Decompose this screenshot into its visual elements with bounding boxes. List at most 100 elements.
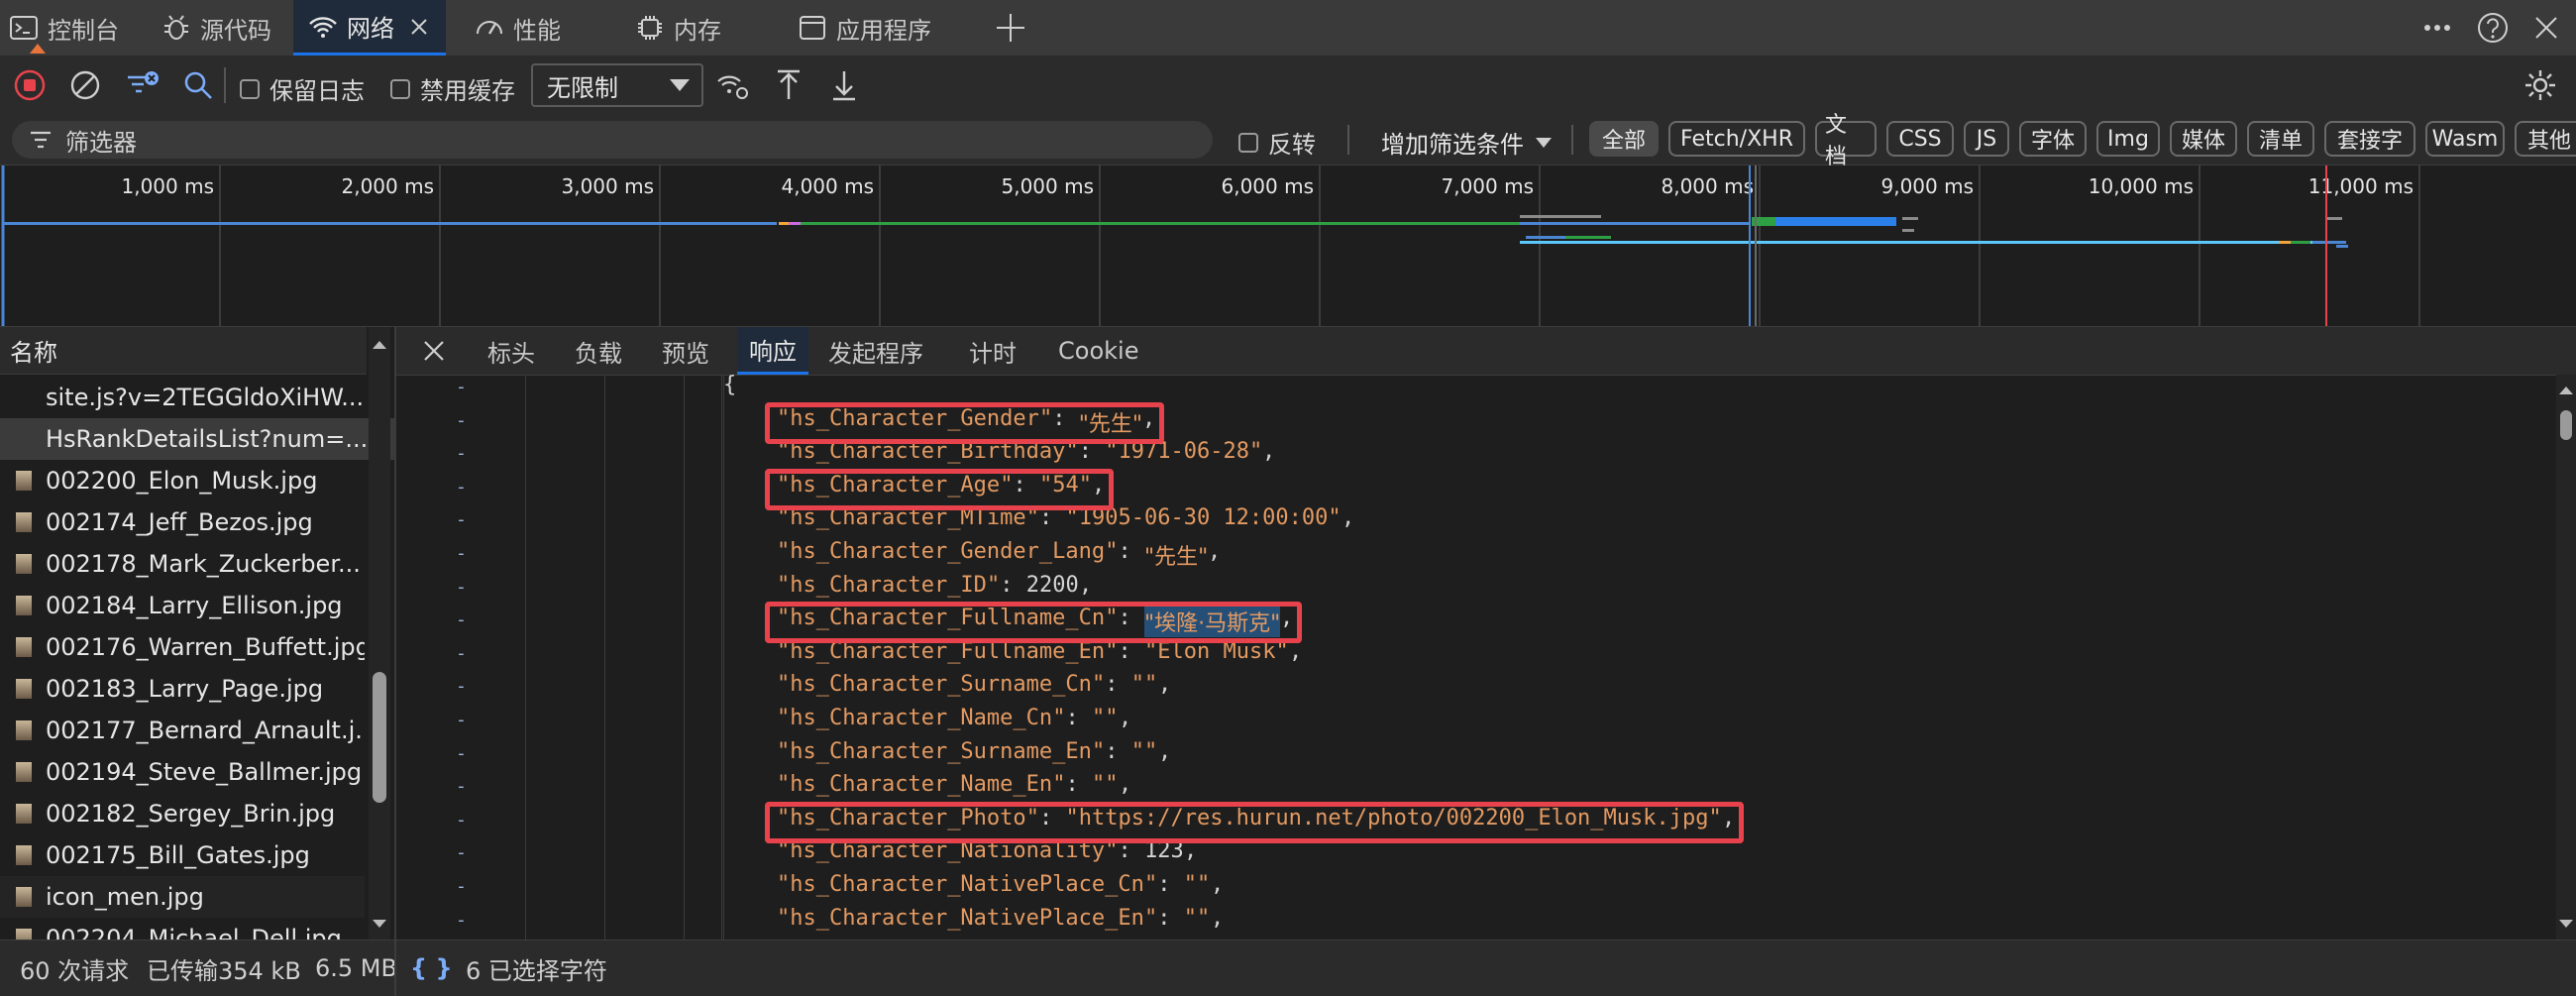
request-row[interactable]: 002182_Sergey_Brin.jpg bbox=[0, 793, 365, 834]
filter-type-8[interactable]: 清单 bbox=[2247, 121, 2314, 157]
request-row[interactable]: 002183_Larry_Page.jpg bbox=[0, 668, 365, 710]
json-value: "" bbox=[1130, 738, 1158, 764]
throttling-select[interactable]: 无限制 bbox=[531, 63, 703, 107]
filter-type-11[interactable]: 其他 bbox=[2515, 121, 2576, 157]
more-options-icon[interactable] bbox=[2417, 8, 2457, 48]
scroll-down-icon[interactable] bbox=[2556, 914, 2576, 934]
add-filter-dropdown[interactable]: 增加筛选条件 bbox=[1381, 125, 1552, 160]
memory-chip-icon bbox=[638, 16, 662, 40]
request-name: 002175_Bill_Gates.jpg bbox=[46, 841, 310, 869]
scroll-up-icon[interactable] bbox=[2556, 381, 2576, 400]
close-detail-icon[interactable] bbox=[420, 337, 448, 365]
filter-type-9[interactable]: 套接字 bbox=[2324, 121, 2415, 157]
timeline-tick-label: 9,000 ms bbox=[1880, 174, 1974, 198]
request-row[interactable]: 002176_Warren_Buffett.jpg bbox=[0, 626, 365, 668]
request-row[interactable]: HsRankDetailsList?num=... bbox=[0, 418, 410, 460]
request-row[interactable]: 002177_Bernard_Arnault.j... bbox=[0, 710, 365, 751]
annotation-highlight-box bbox=[765, 602, 1302, 644]
line-gutter-marker: - bbox=[456, 842, 467, 864]
request-name: icon_men.jpg bbox=[46, 883, 204, 911]
request-name: 002176_Warren_Buffett.jpg bbox=[46, 633, 365, 661]
preserve-log-checkbox[interactable]: 保留日志 bbox=[240, 71, 365, 106]
response-viewer[interactable]: -{- " hs_Character_Gender ": "先生", - " hs_Char… bbox=[396, 375, 2556, 940]
tab-memory[interactable]: 内存 bbox=[634, 0, 721, 55]
json-colon: ": bbox=[1144, 905, 1184, 931]
clear-log-icon[interactable] bbox=[67, 67, 103, 103]
settings-gear-icon[interactable] bbox=[2522, 67, 2558, 103]
network-conditions-icon[interactable] bbox=[715, 67, 751, 103]
tab-console[interactable]: 控制台 bbox=[8, 0, 119, 55]
network-overview-timeline[interactable]: 1,000 ms 2,000 ms 3,000 ms 4,000 ms 5,000 ms… bbox=[0, 166, 2576, 327]
import-har-icon[interactable] bbox=[771, 67, 806, 103]
invert-checkbox[interactable]: 反转 bbox=[1238, 125, 1316, 160]
timeline-chart: 1,000 ms 2,000 ms 3,000 ms 4,000 ms 5,000 ms… bbox=[1, 166, 2420, 326]
filter-type-4[interactable]: JS bbox=[1964, 121, 2009, 157]
tab-sources[interactable]: 源代码 bbox=[161, 0, 271, 55]
json-value: "" bbox=[1183, 905, 1211, 931]
scroll-up-icon[interactable] bbox=[369, 335, 390, 355]
request-row[interactable]: site.js?v=2TEGGldoXiHW... bbox=[0, 377, 410, 418]
json-colon: ": bbox=[987, 572, 1026, 598]
filter-type-1[interactable]: Fetch/XHR bbox=[1668, 121, 1805, 157]
close-devtools-icon[interactable] bbox=[2526, 8, 2566, 48]
scroll-down-icon[interactable] bbox=[369, 914, 390, 934]
scrollbar-thumb[interactable] bbox=[373, 672, 386, 803]
filter-type-0[interactable]: 全部 bbox=[1589, 121, 1659, 157]
filter-type-7[interactable]: 媒体 bbox=[2170, 121, 2237, 157]
line-gutter-marker: - bbox=[456, 609, 467, 631]
filter-type-5[interactable]: 字体 bbox=[2019, 121, 2087, 157]
json-quote: " bbox=[777, 772, 791, 798]
filter-active-icon[interactable] bbox=[125, 67, 161, 103]
json-colon: ": bbox=[1052, 772, 1092, 798]
filter-input[interactable]: 筛选器 bbox=[12, 121, 1213, 159]
json-colon: ": bbox=[1092, 672, 1131, 698]
filter-type-10[interactable]: Wasm bbox=[2425, 121, 2505, 157]
filter-type-3[interactable]: CSS bbox=[1886, 121, 1954, 157]
json-colon: ": bbox=[1092, 738, 1131, 764]
request-row[interactable]: 002194_Steve_Ballmer.jpg bbox=[0, 751, 365, 793]
close-tab-icon[interactable] bbox=[406, 14, 432, 40]
preserve-log-box[interactable] bbox=[240, 78, 260, 99]
timeline-request-bar bbox=[779, 222, 789, 225]
record-stop-icon[interactable] bbox=[12, 67, 48, 103]
name-column-header[interactable]: 名称 bbox=[0, 327, 367, 375]
add-tab-icon[interactable] bbox=[991, 8, 1030, 48]
tab-network[interactable]: 网络 bbox=[293, 0, 446, 55]
request-row[interactable]: icon_men.jpg bbox=[0, 876, 365, 918]
search-icon[interactable] bbox=[180, 67, 216, 103]
devtools-tab-bar: 控制台 源代码 网络 性能 内存 应用程序 bbox=[0, 0, 2576, 55]
export-har-icon[interactable] bbox=[826, 67, 862, 103]
tab-application[interactable]: 应用程序 bbox=[797, 0, 931, 55]
invert-box[interactable] bbox=[1238, 132, 1258, 153]
timeline-tick-label: 2,000 ms bbox=[341, 174, 434, 198]
filter-type-2[interactable]: 文档 bbox=[1815, 113, 1877, 169]
tab-memory-label: 内存 bbox=[674, 16, 721, 45]
detail-tab-1[interactable]: 负载 bbox=[575, 327, 622, 375]
detail-tab-5[interactable]: 计时 bbox=[969, 327, 1017, 375]
line-gutter-marker: - bbox=[456, 576, 467, 598]
help-icon[interactable] bbox=[2473, 8, 2513, 48]
request-row[interactable]: 002175_Bill_Gates.jpg bbox=[0, 834, 365, 876]
disable-cache-label: 禁用缓存 bbox=[420, 77, 515, 105]
request-name: site.js?v=2TEGGldoXiHW... bbox=[46, 384, 365, 411]
scrollbar-thumb[interactable] bbox=[2560, 410, 2572, 440]
detail-tab-0[interactable]: 标头 bbox=[487, 327, 535, 375]
detail-tab-3[interactable]: 响应 bbox=[737, 327, 808, 375]
request-row[interactable]: 002174_Jeff_Bezos.jpg bbox=[0, 501, 365, 543]
request-row[interactable]: 002184_Larry_Ellison.jpg bbox=[0, 585, 365, 626]
filter-type-6[interactable]: Img bbox=[2096, 121, 2160, 157]
response-scrollbar[interactable] bbox=[2556, 375, 2576, 940]
disable-cache-checkbox[interactable]: 禁用缓存 bbox=[390, 71, 515, 106]
tab-performance[interactable]: 性能 bbox=[474, 0, 561, 55]
detail-tab-6[interactable]: Cookie bbox=[1058, 327, 1138, 375]
request-row[interactable]: 002200_Elon_Musk.jpg bbox=[0, 460, 365, 501]
detail-tab-label: 发起程序 bbox=[828, 339, 923, 368]
request-list-scrollbar[interactable] bbox=[369, 327, 390, 940]
chevron-down-icon bbox=[670, 79, 690, 91]
disable-cache-box[interactable] bbox=[390, 78, 410, 99]
timeline-request-bar bbox=[1520, 222, 1750, 225]
request-row[interactable]: 002178_Mark_Zuckerber... bbox=[0, 543, 365, 585]
detail-tab-2[interactable]: 预览 bbox=[662, 327, 709, 375]
detail-tab-4[interactable]: 发起程序 bbox=[828, 327, 923, 375]
pretty-print-button[interactable]: { } bbox=[410, 954, 453, 982]
